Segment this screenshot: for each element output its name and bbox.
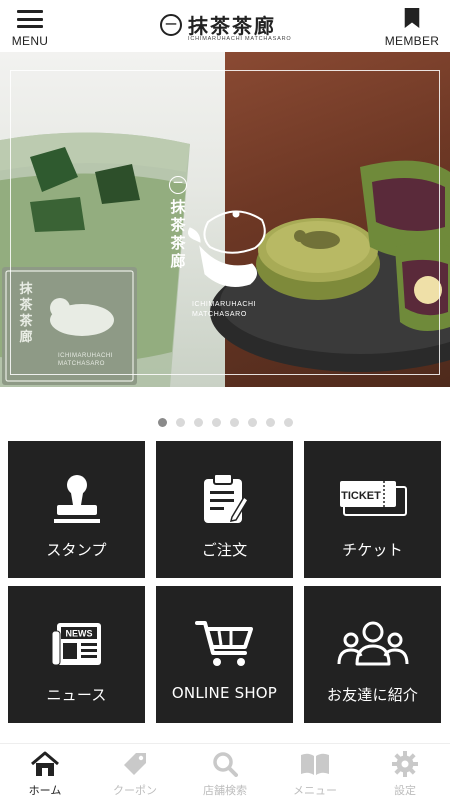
tile-online-shop[interactable]: ONLINE SHOP (156, 586, 293, 723)
shopping-cart-icon (185, 616, 265, 672)
logo-subtitle: ICHIMARUHACHI MATCHASARO (188, 36, 292, 42)
tab-menu[interactable]: メニュー (270, 744, 360, 800)
hero-vertical-brand: 一 抹 茶 茶 廊 (168, 172, 188, 270)
hamburger-icon (17, 10, 43, 28)
bookmark-icon (404, 8, 420, 28)
cup-brand-char: 茶 (19, 314, 33, 329)
search-icon (210, 750, 240, 778)
logo-seal-icon: 一 (160, 14, 182, 36)
feature-grid: スタンプ ご注文 TICKET チケット NEWS ニュース ONLINE SH… (8, 441, 442, 723)
tile-invite-friends[interactable]: お友達に紹介 (304, 586, 441, 723)
cup-brand-line1: ICHIMARUHACHI (58, 353, 113, 359)
cup-brand-char: 廊 (19, 330, 33, 345)
tab-label: ホーム (28, 784, 62, 797)
carousel-dot[interactable] (193, 418, 203, 427)
tab-home[interactable]: ホーム (0, 744, 90, 800)
brand-logo: 一 抹茶茶廊 ICHIMARUHACHI MATCHASARO (160, 10, 292, 46)
ticket-icon-text: TICKET (341, 490, 381, 502)
menu-label: MENU (11, 34, 49, 48)
tile-label: お友達に紹介 (326, 686, 419, 704)
gear-icon (390, 750, 420, 778)
tab-store-search[interactable]: 店舗検索 (180, 744, 270, 800)
tab-settings[interactable]: 設定 (360, 744, 450, 800)
menu-button[interactable]: MENU (10, 8, 50, 48)
tile-ticket[interactable]: TICKET チケット (304, 441, 441, 578)
logo-title: 抹茶茶廊 (188, 14, 276, 38)
tile-label: チケット (342, 541, 403, 559)
cup-brand-char: 茶 (19, 298, 33, 313)
hero-brand-side-line2: MATCHASARO (192, 311, 247, 318)
member-button[interactable]: MEMBER (382, 8, 442, 48)
carousel-dot[interactable] (265, 418, 275, 427)
hero-brand-char: 茶 (170, 216, 186, 234)
carousel-dot[interactable] (157, 418, 167, 427)
tile-label: ご注文 (201, 541, 248, 559)
newspaper-icon: NEWS (37, 616, 117, 672)
tab-label: メニュー (293, 784, 337, 797)
hero-brand-char: 抹 (170, 198, 186, 216)
tile-label: ONLINE SHOP (171, 684, 278, 702)
home-icon (30, 750, 60, 778)
book-icon (300, 750, 330, 778)
carousel-dot[interactable] (229, 418, 239, 427)
ticket-icon: TICKET (333, 471, 413, 527)
tab-label: 店舗検索 (203, 784, 247, 797)
tile-label: ニュース (46, 686, 107, 704)
tile-order[interactable]: ご注文 (156, 441, 293, 578)
app-header: MENU 一 抹茶茶廊 ICHIMARUHACHI MATCHASARO MEM… (0, 0, 450, 52)
tab-label: クーポン (113, 784, 157, 797)
tab-label: 設定 (394, 784, 416, 797)
member-label: MEMBER (384, 34, 440, 48)
carousel-indicator (0, 418, 450, 428)
bottom-tab-bar: ホーム クーポン 店舗検索 メニュー 設定 (0, 743, 450, 800)
hero-seal-icon: 一 (169, 176, 187, 194)
cup-brand-char: 抹 (19, 282, 33, 297)
hero-brand-char: 廊 (170, 252, 186, 270)
cup-vertical-brand: 抹 茶 茶 廊 (18, 282, 34, 346)
stamp-icon (37, 471, 117, 527)
hero-brand-char: 茶 (170, 234, 186, 252)
hero-brand-side: ICHIMARUHACHI MATCHASARO (192, 300, 256, 320)
carousel-dot[interactable] (283, 418, 293, 427)
coupon-tag-icon (120, 750, 150, 778)
carousel-dot[interactable] (247, 418, 257, 427)
hero-brand-side-line1: ICHIMARUHACHI (192, 301, 257, 308)
hero-frame (10, 70, 440, 375)
hero-carousel[interactable]: 一 抹 茶 茶 廊 ICHIMARUHACHI MATCHASARO 抹 茶 茶… (0, 52, 450, 387)
tile-label: スタンプ (46, 541, 107, 559)
tab-coupon[interactable]: クーポン (90, 744, 180, 800)
tile-news[interactable]: NEWS ニュース (8, 586, 145, 723)
news-icon-text: NEWS (65, 629, 92, 639)
cup-brand-side: ICHIMARUHACHI MATCHASARO (58, 352, 113, 368)
friends-icon (333, 616, 413, 672)
order-clipboard-icon (185, 471, 265, 527)
tile-stamp[interactable]: スタンプ (8, 441, 145, 578)
carousel-dot[interactable] (211, 418, 221, 427)
carousel-dot[interactable] (175, 418, 185, 427)
cup-brand-line2: MATCHASARO (58, 361, 105, 367)
